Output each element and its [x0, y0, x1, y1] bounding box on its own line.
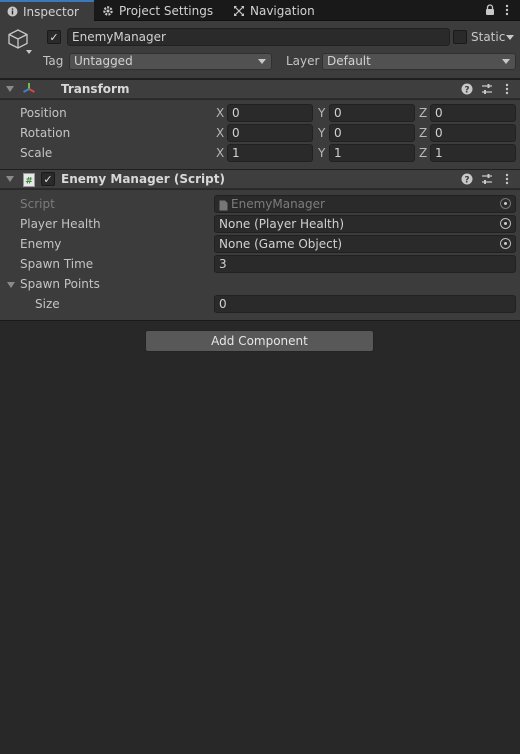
foldout-arrow-icon[interactable]: [6, 86, 14, 92]
svg-text:#: #: [25, 177, 33, 187]
layer-value: Default: [327, 54, 371, 68]
axis-x-label[interactable]: X: [216, 106, 224, 120]
scale-z-input[interactable]: 1: [430, 144, 516, 162]
tag-label: Tag: [43, 54, 64, 68]
position-y-input[interactable]: 0: [329, 104, 415, 122]
more-options-icon[interactable]: [500, 3, 514, 17]
rotation-x-input[interactable]: 0: [227, 124, 313, 142]
static-checkbox[interactable]: [453, 30, 467, 44]
svg-text:?: ?: [464, 175, 469, 185]
active-checkbox[interactable]: ✓: [47, 30, 61, 44]
chevron-down-icon: [502, 59, 510, 64]
tag-value: Untagged: [74, 54, 133, 68]
navigation-icon: [233, 5, 245, 17]
add-component-button[interactable]: Add Component: [145, 330, 374, 352]
rotation-y-input[interactable]: 0: [329, 124, 415, 142]
spawn-time-label[interactable]: Spawn Time: [20, 257, 93, 271]
static-label[interactable]: Static: [471, 30, 505, 44]
foldout-arrow-icon[interactable]: [6, 176, 14, 182]
axis-y-label[interactable]: Y: [318, 126, 325, 140]
axis-y-label[interactable]: Y: [318, 106, 325, 120]
spawn-points-label[interactable]: Spawn Points: [20, 277, 100, 291]
tab-navigation[interactable]: Navigation: [227, 0, 321, 21]
script-component-header[interactable]: # ✓ Enemy Manager (Script) ?: [0, 169, 520, 189]
script-value: EnemyManager: [231, 197, 325, 211]
static-dropdown-arrow-icon[interactable]: [506, 35, 514, 40]
size-label[interactable]: Size: [35, 297, 60, 311]
presets-icon[interactable]: [481, 83, 493, 98]
axis-y-label[interactable]: Y: [318, 146, 325, 160]
player-health-value: None (Player Health): [219, 217, 345, 231]
csharp-script-icon: #: [23, 173, 35, 190]
gear-icon: [102, 5, 114, 17]
chevron-down-icon: [258, 59, 266, 64]
script-field: EnemyManager: [214, 195, 516, 213]
rotation-z-input[interactable]: 0: [430, 124, 516, 142]
axis-x-label[interactable]: X: [216, 146, 224, 160]
position-z-input[interactable]: 0: [430, 104, 516, 122]
presets-icon[interactable]: [481, 173, 493, 188]
enemy-label[interactable]: Enemy: [20, 237, 61, 251]
component-menu-icon[interactable]: [505, 173, 509, 188]
tab-label: Project Settings: [119, 3, 214, 18]
enemy-field[interactable]: None (Game Object): [214, 235, 516, 253]
gameobject-header: ✓ EnemyManager Static Tag Untagged Layer…: [0, 21, 520, 79]
transform-icon: [22, 82, 36, 99]
axis-x-label[interactable]: X: [216, 126, 224, 140]
component-menu-icon[interactable]: [505, 83, 509, 98]
tab-label: Inspector: [23, 4, 79, 19]
axis-z-label[interactable]: Z: [419, 146, 427, 160]
layer-dropdown[interactable]: Default: [322, 53, 516, 70]
script-component-panel: Script EnemyManager Player Health None (…: [0, 190, 520, 320]
script-file-icon: [219, 199, 228, 212]
axis-z-label[interactable]: Z: [419, 126, 427, 140]
tab-bar: Inspector Project Settings Navigation: [0, 0, 520, 21]
size-input[interactable]: 0: [214, 295, 516, 313]
scale-y-input[interactable]: 1: [329, 144, 415, 162]
tag-dropdown[interactable]: Untagged: [69, 53, 272, 70]
transform-title: Transform: [61, 82, 130, 96]
layer-label: Layer: [286, 54, 320, 68]
help-icon[interactable]: ?: [461, 173, 473, 188]
tab-label: Navigation: [250, 3, 315, 18]
lock-icon[interactable]: [483, 3, 497, 17]
player-health-label[interactable]: Player Health: [20, 217, 101, 231]
script-label: Script: [20, 197, 55, 211]
tab-inspector[interactable]: Inspector: [0, 0, 94, 21]
scale-x-input[interactable]: 1: [227, 144, 313, 162]
object-picker-icon: [500, 198, 511, 209]
axis-z-label[interactable]: Z: [419, 106, 427, 120]
icon-dropdown-arrow-icon[interactable]: [26, 50, 32, 54]
spawn-points-foldout-icon[interactable]: [7, 282, 15, 288]
transform-panel: Position X 0 Y 0 Z 0 Rotation X 0 Y 0 Z …: [0, 100, 520, 169]
player-health-field[interactable]: None (Player Health): [214, 215, 516, 233]
position-x-input[interactable]: 0: [227, 104, 313, 122]
transform-header[interactable]: Transform ?: [0, 79, 520, 99]
tab-project-settings[interactable]: Project Settings: [96, 0, 219, 21]
object-picker-icon[interactable]: [500, 238, 511, 249]
rotation-label[interactable]: Rotation: [20, 126, 70, 140]
info-icon: [6, 6, 18, 18]
scale-label[interactable]: Scale: [20, 146, 52, 160]
spawn-time-input[interactable]: 3: [214, 255, 516, 273]
script-component-title: Enemy Manager (Script): [61, 172, 225, 186]
help-icon[interactable]: ?: [461, 83, 473, 98]
script-enabled-checkbox[interactable]: ✓: [41, 172, 55, 186]
position-label[interactable]: Position: [20, 106, 67, 120]
enemy-value: None (Game Object): [219, 237, 343, 251]
components-divider: [0, 320, 520, 321]
object-name-input[interactable]: EnemyManager: [67, 28, 450, 46]
object-picker-icon[interactable]: [500, 218, 511, 229]
svg-text:?: ?: [464, 85, 469, 95]
